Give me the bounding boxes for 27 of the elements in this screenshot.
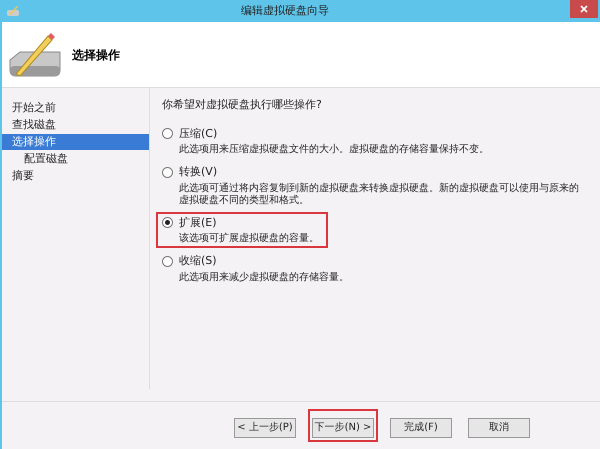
option-description: 此选项用来压缩虚拟硬盘文件的大小。虚拟硬盘的存储容量保持不变。 — [179, 144, 490, 156]
wizard-button[interactable]: 完成(F) — [390, 418, 452, 438]
close-button[interactable] — [570, 0, 598, 18]
option-label[interactable]: 压缩(C) — [179, 126, 218, 142]
option-description: 此选项用来减少虚拟硬盘的存储容量。 — [179, 272, 350, 284]
option-label[interactable]: 扩展(E) — [179, 214, 217, 231]
radio-button[interactable] — [162, 166, 173, 178]
nav-item[interactable]: 开始之前 — [2, 100, 149, 116]
close-icon — [580, 5, 588, 13]
radio-button[interactable] — [162, 256, 173, 267]
radio-button[interactable] — [162, 217, 173, 228]
page-heading: 选择操作 — [72, 46, 120, 64]
window-title: 编辑虚拟硬盘向导 — [241, 2, 329, 19]
option-description: 此选项可通过将内容复制到新的虚拟硬盘来转换虚拟硬盘。新的虚拟硬盘可以使用与原来的虚拟硬盘不同的类型和格式。 — [179, 182, 580, 206]
wizard-button[interactable]: 取消 — [468, 418, 530, 438]
option-description: 该选项可扩展虚拟硬盘的容量。 — [179, 233, 320, 245]
nav-item[interactable]: 摘要 — [2, 168, 149, 184]
nav-item[interactable]: 选择操作 — [2, 134, 149, 150]
nav-item[interactable]: 查找磁盘 — [2, 117, 149, 133]
option-label[interactable]: 收缩(S) — [179, 253, 217, 270]
nav-item[interactable]: 配置磁盘 — [2, 151, 149, 167]
wizard-icon — [6, 5, 20, 17]
question-text: 你希望对虚拟硬盘执行哪些操作? — [162, 97, 323, 113]
radio-button[interactable] — [162, 128, 173, 140]
wizard-button[interactable]: < 上一步(P) — [234, 418, 296, 438]
wizard-button[interactable]: 下一步(N) > — [312, 418, 374, 438]
option-label[interactable]: 转换(V) — [179, 164, 218, 180]
